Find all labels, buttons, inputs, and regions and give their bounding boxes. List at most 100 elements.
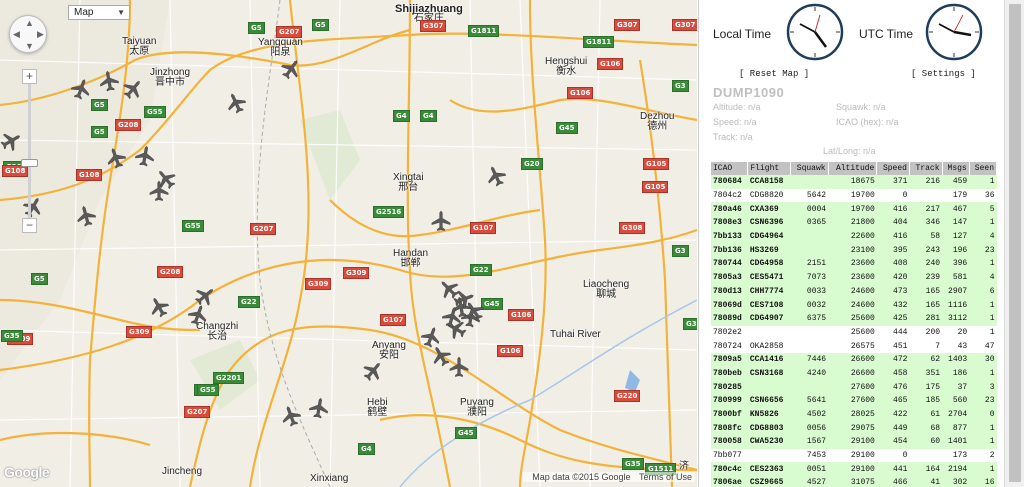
- road-shield: G307: [614, 19, 641, 31]
- cell-msgs: 43: [942, 339, 970, 353]
- pan-up-icon[interactable]: ▲: [25, 19, 34, 28]
- table-row[interactable]: 780a46 CXA369 0004 19700 416 217 467 5: [711, 202, 997, 217]
- cell-icao: 780a46: [711, 202, 748, 217]
- table-row[interactable]: 7bb136 HS3269 23100 395 243 196 23: [711, 243, 997, 258]
- pan-down-icon[interactable]: ▼: [25, 42, 34, 51]
- reset-map-link[interactable]: [ Reset Map ]: [739, 69, 809, 79]
- cell-flight: CSN3168: [747, 366, 791, 381]
- cell-alt: 25600: [828, 325, 877, 340]
- column-header-msgs[interactable]: Msgs: [942, 162, 970, 175]
- city-label: Handan 邯郸: [393, 249, 428, 269]
- table-row[interactable]: 78069d CES7108 0032 24600 432 165 1116 1: [711, 298, 997, 312]
- zoom-slider-handle[interactable]: [21, 159, 38, 167]
- cell-track: [909, 448, 943, 463]
- scrollbar-thumb[interactable]: [1009, 4, 1021, 482]
- cell-seen: 1: [969, 175, 997, 189]
- map-type-select[interactable]: Map ▼: [68, 5, 130, 20]
- column-header-flight[interactable]: Flight: [747, 162, 791, 175]
- road-shield: G1811: [583, 36, 615, 48]
- cell-speed: 449: [876, 421, 910, 436]
- table-header-row: ICAO Flight Squawk Altitude Speed Track Msgs Se…: [711, 162, 998, 175]
- cell-speed: 473: [876, 284, 910, 299]
- cell-squawk: [790, 325, 829, 340]
- cell-msgs: 877: [942, 421, 970, 436]
- cell-msgs: 1401: [942, 435, 970, 449]
- cell-track: 346: [909, 216, 943, 230]
- cell-alt: 31075: [828, 476, 877, 487]
- cell-seen: 4: [969, 270, 997, 285]
- road-shield: G106: [508, 309, 535, 321]
- city-name-chinese: 太原: [129, 46, 150, 57]
- cell-icao: 78089d: [711, 311, 748, 326]
- table-row[interactable]: 7808fc CDG8803 0056 29075 449 68 877 1: [711, 421, 997, 436]
- table-row[interactable]: 780684 CCA8158 18675 371 216 459 1: [711, 175, 997, 189]
- column-header-track[interactable]: Track: [909, 162, 943, 175]
- aircraft-marker-icon[interactable]: [448, 356, 470, 378]
- table-row[interactable]: 780724 OKA2858 26575 451 7 43 47: [711, 339, 997, 353]
- table-row[interactable]: 7804c2 CDG8820 5642 19700 0 179 36: [711, 188, 997, 203]
- cell-msgs: 196: [942, 243, 970, 258]
- cell-squawk: 0004: [790, 202, 829, 217]
- column-header-speed[interactable]: Speed: [876, 162, 910, 175]
- aircraft-marker-icon[interactable]: [430, 210, 452, 232]
- map-canvas[interactable]: Shijiazhuang 石家庄 Taiyuan 太原 Yangquan 阳泉 Jinzho…: [0, 0, 697, 487]
- cell-alt: 29100: [828, 435, 877, 449]
- road-shield: G55: [182, 220, 204, 232]
- sidebar-scrollbar[interactable]: [1004, 0, 1024, 487]
- table-row[interactable]: 780744 CDG4958 2151 23600 408 240 396 1: [711, 257, 997, 271]
- column-header-squawk[interactable]: Squawk: [790, 162, 829, 175]
- google-logo: Google: [4, 464, 50, 480]
- road-shield: G3: [683, 318, 697, 330]
- table-row[interactable]: 780beb CSN3168 4240 26600 458 351 186 1: [711, 366, 997, 381]
- road-shield: G309: [126, 326, 153, 338]
- table-row[interactable]: 7805a3 CES5471 7073 23600 420 239 581 4: [711, 270, 997, 285]
- cell-alt: 29075: [828, 421, 877, 436]
- pan-left-icon[interactable]: ◀: [13, 30, 20, 39]
- aircraft-marker-icon[interactable]: [306, 395, 331, 420]
- cell-msgs: 147: [942, 216, 970, 230]
- cell-seen: 6: [969, 284, 997, 299]
- cell-flight: [747, 448, 791, 463]
- road-shield: G55: [197, 384, 219, 396]
- table-row[interactable]: 780c4c CES2363 0051 29100 441 164 2194 1: [711, 462, 997, 477]
- altitude-info: Altitude: n/a: [713, 102, 761, 112]
- table-row[interactable]: 7809a5 CCA1416 7446 26600 472 62 1403 30: [711, 352, 997, 367]
- table-row[interactable]: 78089d CDG4907 6375 25600 425 281 3112 1: [711, 311, 997, 326]
- terms-link[interactable]: Terms of Use: [639, 472, 692, 482]
- zoom-out-button[interactable]: −: [22, 218, 37, 233]
- pan-right-icon[interactable]: ▶: [37, 30, 44, 39]
- cell-seen: 23: [969, 243, 997, 258]
- table-row[interactable]: 780d13 CHH7774 0033 24600 473 165 2907 6: [711, 284, 997, 299]
- table-row[interactable]: 7802e2 25600 444 200 20 1: [711, 325, 997, 340]
- settings-link[interactable]: [ Settings ]: [911, 69, 976, 79]
- table-row[interactable]: 7bb133 CDG4964 22600 416 58 127 4: [711, 229, 997, 244]
- table-row[interactable]: 780999 CSN6656 5641 27600 465 185 560 23: [711, 394, 997, 408]
- icao-info: ICAO (hex): n/a: [836, 117, 899, 127]
- cell-alt: 27600: [828, 394, 877, 408]
- column-header-seen[interactable]: Seen: [969, 162, 998, 175]
- table-row[interactable]: 7806ae CSZ9665 4527 31075 466 41 302 16: [711, 476, 997, 487]
- cell-track: 62: [909, 352, 943, 367]
- city-name-chinese: 长治: [207, 331, 228, 342]
- aircraft-marker-icon[interactable]: [132, 143, 157, 168]
- column-header-altitude[interactable]: Altitude: [828, 162, 878, 175]
- table-row[interactable]: 7808e3 CSN6396 0365 21800 404 346 147 1: [711, 216, 997, 230]
- column-header-icao[interactable]: ICAO: [711, 162, 749, 175]
- table-row[interactable]: 780285 27600 476 175 37 3: [711, 380, 997, 394]
- zoom-slider-track[interactable]: [28, 81, 31, 231]
- zoom-in-button[interactable]: +: [22, 69, 37, 84]
- pan-control[interactable]: ▲ ▼ ◀ ▶: [9, 15, 47, 53]
- table-row[interactable]: 780058 CWA5230 1567 29100 454 60 1401 1: [711, 435, 997, 449]
- cell-msgs: 127: [942, 229, 970, 244]
- road-shield: G309: [305, 278, 332, 290]
- aircraft-marker-icon[interactable]: [148, 180, 170, 202]
- app-title: DUMP1090: [713, 85, 785, 100]
- cell-alt: 24600: [828, 284, 877, 299]
- cell-alt: 26600: [828, 352, 877, 367]
- table-row[interactable]: 7800bf KN5826 4502 28025 422 61 2704 0: [711, 407, 997, 422]
- sidebar: Local Time UTC Time [ Reset Map ] [ Sett…: [698, 0, 1004, 487]
- table-row[interactable]: 7bb077 7453 29100 0 173 2: [711, 448, 997, 463]
- cell-alt: 24600: [828, 298, 877, 312]
- cell-speed: 465: [876, 394, 910, 408]
- city-label: Xingtai 邢台: [393, 173, 424, 193]
